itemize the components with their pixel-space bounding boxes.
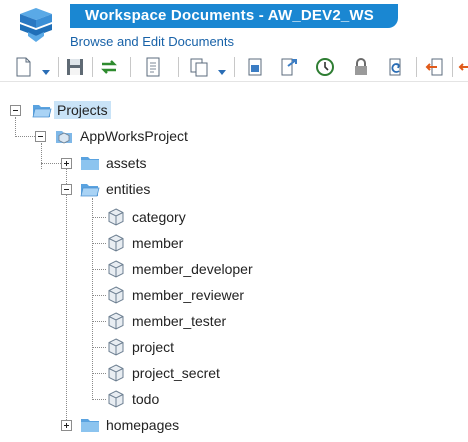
toolbar-separator bbox=[234, 57, 235, 77]
new-document-dropdown-icon[interactable] bbox=[42, 63, 50, 75]
tree-node-entity[interactable]: project_secret bbox=[132, 364, 220, 382]
history-icon[interactable] bbox=[314, 56, 336, 78]
entity-icon bbox=[106, 286, 126, 304]
tree-node-entity[interactable]: project bbox=[132, 338, 174, 356]
tree-node-entity[interactable]: todo bbox=[132, 390, 159, 408]
entity-icon bbox=[106, 312, 126, 330]
tree-node-entity[interactable]: member bbox=[132, 234, 183, 252]
projects-expander[interactable] bbox=[10, 105, 21, 116]
save-icon[interactable] bbox=[64, 56, 86, 78]
entity-icon bbox=[106, 208, 126, 226]
open-folder-icon bbox=[80, 180, 100, 198]
tree-connector bbox=[15, 117, 16, 137]
properties-icon[interactable] bbox=[142, 56, 164, 78]
tree-connector bbox=[66, 169, 67, 426]
app-logo bbox=[18, 6, 54, 44]
window-title: Workspace Documents - AW_DEV2_WS bbox=[70, 4, 398, 28]
tree-connector bbox=[92, 321, 106, 322]
project-icon bbox=[54, 127, 74, 145]
open-folder-icon bbox=[32, 101, 52, 119]
entity-icon bbox=[106, 390, 126, 408]
folder-icon bbox=[80, 416, 100, 434]
app-header: Workspace Documents - AW_DEV2_WS Browse … bbox=[0, 0, 468, 52]
export-icon[interactable] bbox=[278, 56, 300, 78]
tree-node-appworksproject[interactable]: AppWorksProject bbox=[80, 127, 188, 145]
homepages-expander[interactable] bbox=[61, 420, 72, 431]
appworksproject-expander[interactable] bbox=[35, 131, 46, 142]
toolbar-separator bbox=[92, 57, 93, 77]
document-tree: Projects AppWorksProject assets entities… bbox=[0, 82, 468, 442]
tree-node-entities[interactable]: entities bbox=[106, 180, 150, 198]
entity-icon bbox=[106, 260, 126, 278]
tree-node-entity[interactable]: member_tester bbox=[132, 312, 226, 330]
tree-node-entity[interactable]: member_reviewer bbox=[132, 286, 244, 304]
tree-connector bbox=[92, 373, 106, 374]
lock-icon[interactable] bbox=[350, 56, 372, 78]
toolbar-separator bbox=[58, 57, 59, 77]
tree-connector bbox=[41, 163, 61, 164]
tree-connector bbox=[92, 269, 106, 270]
tree-connector bbox=[92, 295, 106, 296]
synchronize-icon[interactable] bbox=[98, 56, 120, 78]
tree-node-homepages[interactable]: homepages bbox=[106, 416, 179, 434]
tree-node-entity[interactable]: member_developer bbox=[132, 260, 253, 278]
new-document-icon[interactable] bbox=[12, 56, 34, 78]
window-subtitle: Browse and Edit Documents bbox=[70, 34, 235, 49]
copy-dropdown-icon[interactable] bbox=[218, 63, 226, 75]
copy-icon[interactable] bbox=[188, 56, 210, 78]
tree-connector bbox=[92, 347, 106, 348]
folder-icon bbox=[80, 154, 100, 172]
tree-connector bbox=[92, 243, 106, 244]
tree-node-assets[interactable]: assets bbox=[106, 154, 146, 172]
assets-expander[interactable] bbox=[61, 158, 72, 169]
move-icon[interactable] bbox=[424, 56, 446, 78]
toolbar-separator bbox=[416, 57, 417, 77]
exit-icon[interactable] bbox=[458, 56, 468, 78]
entities-expander[interactable] bbox=[61, 184, 72, 195]
undo-icon[interactable] bbox=[384, 56, 406, 78]
tree-connector bbox=[41, 143, 42, 169]
toolbar-separator bbox=[130, 57, 131, 77]
tree-connector bbox=[92, 217, 106, 218]
import-icon[interactable] bbox=[244, 56, 266, 78]
tree-node-projects[interactable]: Projects bbox=[54, 101, 111, 119]
tree-connector bbox=[92, 198, 93, 400]
toolbar-separator bbox=[178, 57, 179, 77]
entity-icon bbox=[106, 234, 126, 252]
tree-connector bbox=[15, 136, 35, 137]
tree-node-entity[interactable]: category bbox=[132, 208, 186, 226]
entity-icon bbox=[106, 338, 126, 356]
toolbar-separator bbox=[452, 57, 453, 77]
tree-connector bbox=[92, 399, 106, 400]
toolbar bbox=[0, 52, 468, 82]
entity-icon bbox=[106, 364, 126, 382]
